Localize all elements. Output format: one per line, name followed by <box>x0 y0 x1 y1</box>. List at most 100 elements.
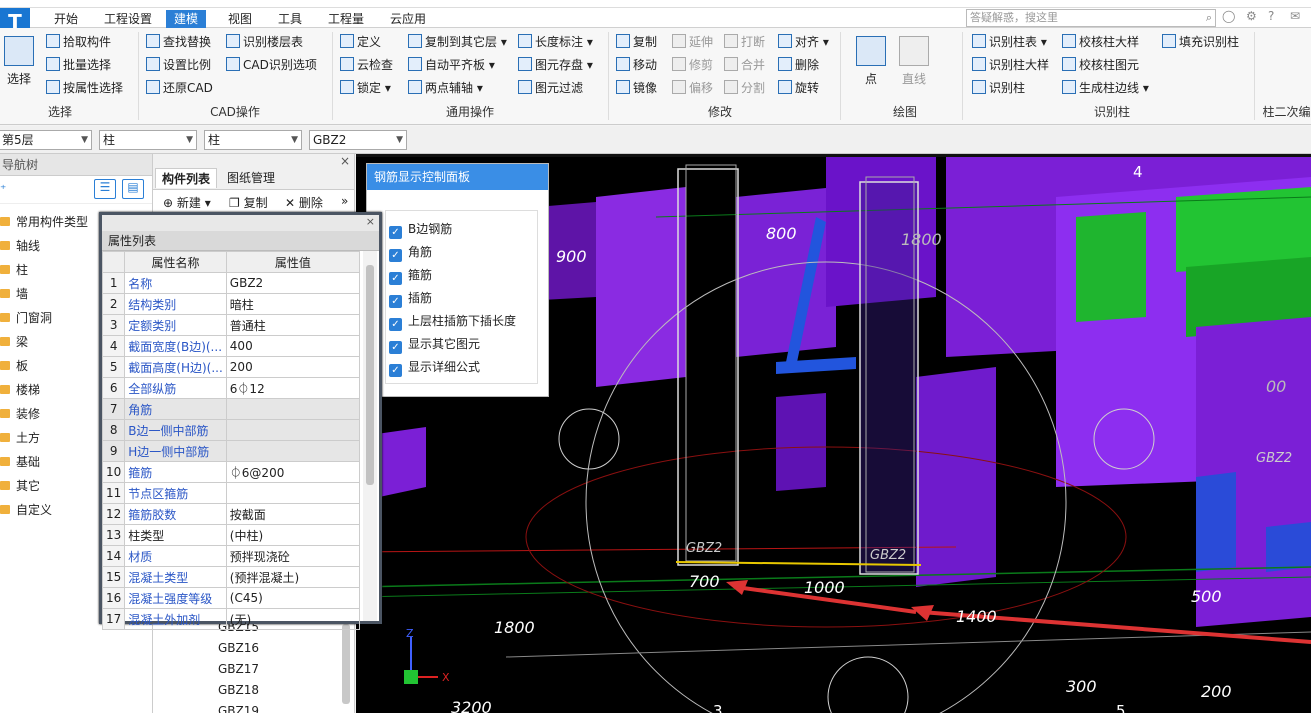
component-dropdown[interactable]: GBZ2 ▼ <box>309 130 407 150</box>
folder-icon <box>0 313 10 322</box>
list-item[interactable]: GBZ16 <box>218 641 259 655</box>
list-view-icon[interactable]: ☰ <box>94 179 116 199</box>
checkbox-upper-dowel-length[interactable]: ✓ 上层柱插筋下插长度 <box>389 311 516 331</box>
menu-modeling[interactable]: 建模 <box>166 10 207 28</box>
identify-column-detail-button[interactable]: 识别柱大样 <box>972 55 1049 75</box>
checkbox-corner-rebar[interactable]: ✓ 角筋 <box>389 242 432 262</box>
search-input[interactable]: 答疑解惑，搜这里 ⌕ <box>966 9 1216 27</box>
delete-button[interactable]: 删除 <box>778 55 819 75</box>
select-button[interactable]: 选择 <box>4 36 34 87</box>
fill-identify-column-button[interactable]: 填充识别柱 <box>1162 32 1239 52</box>
menu-view[interactable]: 视图 <box>220 10 260 28</box>
define-icon <box>340 34 354 48</box>
copy-button[interactable]: 复制 <box>616 32 657 52</box>
element-filter-button[interactable]: 图元过滤 <box>518 78 583 98</box>
nav-item-column[interactable]: 柱 <box>0 260 28 280</box>
set-scale-button[interactable]: 设置比例 <box>146 55 211 75</box>
checkbox-show-formula[interactable]: ✓ 显示详细公式 <box>389 357 480 377</box>
nav-item-stair[interactable]: 楼梯 <box>0 380 40 400</box>
offset-icon <box>672 80 686 94</box>
identify-column-table-button[interactable]: 识别柱表 ▾ <box>972 32 1047 52</box>
nav-item-slab[interactable]: 板 <box>0 356 28 376</box>
settings-icon[interactable]: ⚙ <box>1246 9 1257 23</box>
floor-dropdown[interactable]: 第5层 ▼ <box>0 130 92 150</box>
draw-point-button[interactable]: 点 <box>856 36 886 87</box>
copy-to-floor-button[interactable]: 复制到其它层 ▾ <box>408 32 507 52</box>
select-by-attr-button[interactable]: 按属性选择 <box>46 78 123 98</box>
user-icon[interactable]: ◯ <box>1222 9 1235 23</box>
menu-project-settings[interactable]: 工程设置 <box>96 10 160 28</box>
identify-column-button[interactable]: 识别柱 <box>972 78 1025 98</box>
component-list-tabs: × 构件列表 图纸管理 <box>153 154 354 190</box>
menu-start[interactable]: 开始 <box>46 10 86 28</box>
folder-icon <box>0 433 10 442</box>
save-element-button[interactable]: 图元存盘 ▾ <box>518 55 593 75</box>
nav-item-wall[interactable]: 墙 <box>0 284 28 304</box>
split-button[interactable]: 分割 <box>724 78 765 98</box>
folder-icon <box>0 385 10 394</box>
expand-icon[interactable]: ⁺ <box>0 182 6 196</box>
mirror-button[interactable]: 镜像 <box>616 78 657 98</box>
nav-item-common[interactable]: 常用构件类型 <box>0 212 88 232</box>
cloud-check-button[interactable]: 云检查 <box>340 55 393 75</box>
auto-flush-slab-button[interactable]: 自动平齐板 ▾ <box>408 55 495 75</box>
help-icon[interactable]: ? <box>1268 9 1274 23</box>
break-button[interactable]: 打断 <box>724 32 765 52</box>
checkbox-show-other-elements[interactable]: ✓ 显示其它图元 <box>389 334 480 354</box>
draw-line-button[interactable]: 直线 <box>896 36 932 87</box>
move-button[interactable]: 移动 <box>616 55 657 75</box>
cad-options-button[interactable]: CAD识别选项 <box>226 55 317 75</box>
tab-component-list[interactable]: 构件列表 <box>155 168 218 188</box>
nav-item-beam[interactable]: 梁 <box>0 332 28 352</box>
nav-item-custom[interactable]: 自定义 <box>0 500 52 520</box>
nav-item-door-window[interactable]: 门窗洞 <box>0 308 52 328</box>
offset-button[interactable]: 偏移 <box>672 78 713 98</box>
nav-item-finish[interactable]: 装修 <box>0 404 40 424</box>
list-item[interactable]: GBZ18 <box>218 683 259 697</box>
nav-item-foundation[interactable]: 基础 <box>0 452 40 472</box>
search-icon[interactable]: ⌕ <box>1206 10 1212 26</box>
generate-column-edge-button[interactable]: 生成柱边线 ▾ <box>1062 78 1149 98</box>
close-icon[interactable]: × <box>340 154 350 168</box>
lock-button[interactable]: 锁定 ▾ <box>340 78 391 98</box>
column-detail-icon <box>972 57 986 71</box>
tab-drawing-manager[interactable]: 图纸管理 <box>221 168 281 188</box>
length-dim-button[interactable]: 长度标注 ▾ <box>518 32 593 52</box>
menu-cloud[interactable]: 云应用 <box>382 10 434 28</box>
close-icon[interactable]: × <box>366 215 375 228</box>
list-item[interactable]: GBZ19 <box>218 704 259 713</box>
extend-button[interactable]: 延伸 <box>672 32 713 52</box>
delete-component-button[interactable]: ✕ 删除 <box>285 194 323 211</box>
nav-item-axis[interactable]: 轴线 <box>0 236 40 256</box>
merge-button[interactable]: 合并 <box>724 55 765 75</box>
check-column-element-button[interactable]: 校核柱图元 <box>1062 55 1139 75</box>
restore-cad-button[interactable]: 还原CAD <box>146 78 213 98</box>
checkbox-stirrup[interactable]: ✓ 箍筋 <box>389 265 432 285</box>
check-column-detail-button[interactable]: 校核柱大样 <box>1062 32 1139 52</box>
define-button[interactable]: 定义 <box>340 32 381 52</box>
list-item[interactable]: GBZ17 <box>218 662 259 676</box>
chat-icon[interactable]: ✉ <box>1290 9 1300 23</box>
menu-tools[interactable]: 工具 <box>270 10 310 28</box>
category-dropdown[interactable]: 柱 ▼ <box>99 130 197 150</box>
two-point-axis-button[interactable]: 两点辅轴 ▾ <box>408 78 483 98</box>
rotate-button[interactable]: 旋转 <box>778 78 819 98</box>
align-button[interactable]: 对齐 ▾ <box>778 32 829 52</box>
pick-component-button[interactable]: 拾取构件 <box>46 32 111 52</box>
copy-component-button[interactable]: ❐ 复制 <box>229 194 268 211</box>
menu-quantity[interactable]: 工程量 <box>320 10 372 28</box>
nav-item-other[interactable]: 其它 <box>0 476 40 496</box>
property-scrollbar[interactable] <box>363 251 377 621</box>
type-dropdown[interactable]: 柱 ▼ <box>204 130 302 150</box>
new-button[interactable]: ⊕ 新建 ▾ <box>163 194 211 211</box>
batch-select-button[interactable]: 批量选择 <box>46 55 111 75</box>
list-scrollbar[interactable] <box>342 624 350 704</box>
find-replace-button[interactable]: 查找替换 <box>146 32 211 52</box>
more-icon[interactable]: » <box>341 194 348 208</box>
checkbox-dowel[interactable]: ✓ 插筋 <box>389 288 432 308</box>
nav-item-earthwork[interactable]: 土方 <box>0 428 40 448</box>
trim-button[interactable]: 修剪 <box>672 55 713 75</box>
identify-floor-table-button[interactable]: 识别楼层表 <box>226 32 303 52</box>
checkbox-b-edge-rebar[interactable]: ✓ B边钢筋 <box>389 219 452 239</box>
grid-view-icon[interactable]: ▤ <box>122 179 144 199</box>
